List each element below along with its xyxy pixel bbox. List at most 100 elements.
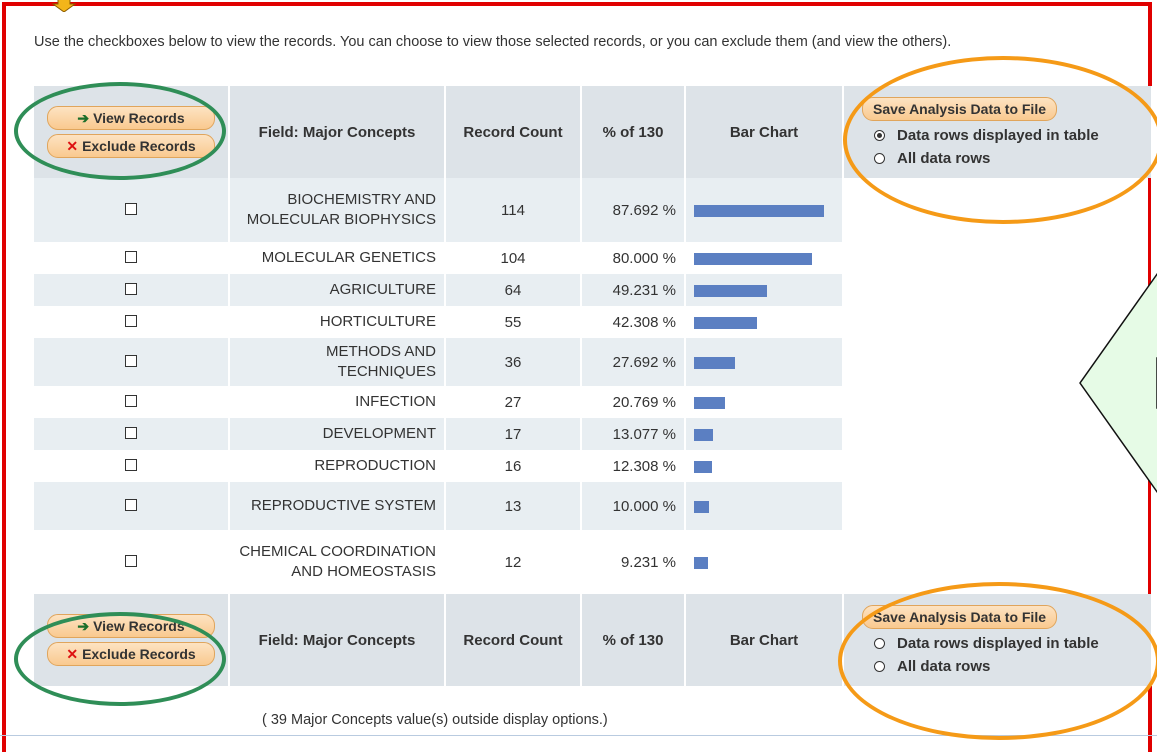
record-count: 114	[445, 178, 582, 242]
radio-displayed-label: Data rows displayed in table	[897, 127, 1099, 144]
field-value: REPRODUCTION	[229, 450, 446, 482]
bar	[694, 396, 725, 409]
field-value: METHODS AND TECHNIQUES	[229, 338, 446, 386]
percent-value: 80.000 %	[581, 242, 686, 274]
radio-unselected-icon[interactable]	[874, 638, 885, 649]
bottom-save-panel: Save Analysis Data to File Data rows dis…	[843, 594, 1153, 686]
record-count: 13	[445, 482, 582, 530]
row-checkbox[interactable]	[125, 394, 137, 407]
table-row: AGRICULTURE 64 49.231 %	[34, 274, 1153, 306]
record-count: 64	[445, 274, 582, 306]
bar	[694, 428, 713, 441]
footer-header-record-count[interactable]: Record Count	[445, 594, 582, 686]
bar	[694, 284, 767, 297]
radio-all-label: All data rows	[897, 150, 991, 167]
row-checkbox[interactable]	[125, 426, 137, 439]
callout-shape	[1079, 272, 1157, 494]
x-icon: ✕	[66, 138, 79, 154]
percent-value: 9.231 %	[581, 530, 686, 594]
percent-value: 13.077 %	[581, 418, 686, 450]
header-percent[interactable]: % of 130	[581, 86, 686, 178]
arrow-right-icon: ➔	[77, 618, 90, 634]
field-value: REPRODUCTIVE SYSTEM	[229, 482, 446, 530]
percent-value: 42.308 %	[581, 306, 686, 338]
percent-value: 49.231 %	[581, 274, 686, 306]
field-value: CHEMICAL COORDINATION AND HOMEOSTASIS	[229, 530, 446, 594]
bar	[694, 356, 735, 369]
record-count: 12	[445, 530, 582, 594]
radio-all-label: All data rows	[897, 658, 991, 675]
record-count: 55	[445, 306, 582, 338]
radio-displayed-rows[interactable]: Data rows displayed in table	[874, 127, 1143, 144]
table-row: MOLECULAR GENETICS 104 80.000 %	[34, 242, 1153, 274]
row-checkbox[interactable]	[125, 458, 137, 471]
row-checkbox[interactable]	[125, 250, 137, 263]
save-analysis-button[interactable]: Save Analysis Data to File	[862, 97, 1057, 121]
instructions-text: Use the checkboxes below to view the rec…	[34, 34, 952, 50]
table-row: REPRODUCTION 16 12.308 %	[34, 450, 1153, 482]
field-value: INFECTION	[229, 386, 446, 418]
outside-display-note: ( 39 Major Concepts value(s) outside dis…	[262, 712, 608, 728]
row-checkbox[interactable]	[125, 202, 137, 215]
row-checkbox[interactable]	[125, 554, 137, 567]
view-records-button[interactable]: ➔ View Records	[47, 106, 215, 130]
record-count: 16	[445, 450, 582, 482]
field-value: HORTICULTURE	[229, 306, 446, 338]
percent-value: 12.308 %	[581, 450, 686, 482]
footer-header-field[interactable]: Field: Major Concepts	[229, 594, 446, 686]
divider	[0, 735, 1157, 736]
exclude-records-button-bottom[interactable]: ✕ Exclude Records	[47, 642, 215, 666]
table-row: DEVELOPMENT 17 13.077 %	[34, 418, 1153, 450]
bottom-action-buttons: ➔ View Records ✕ Exclude Records	[34, 594, 230, 686]
header-record-count[interactable]: Record Count	[445, 86, 582, 178]
row-checkbox[interactable]	[125, 354, 137, 367]
exclude-records-label: Exclude Records	[82, 138, 196, 154]
radio-selected-icon[interactable]	[874, 130, 885, 141]
bar	[694, 460, 712, 473]
footer-header-bar-chart: Bar Chart	[685, 594, 844, 686]
radio-displayed-label: Data rows displayed in table	[897, 635, 1099, 652]
percent-value: 20.769 %	[581, 386, 686, 418]
bar	[694, 252, 812, 265]
view-records-label: View Records	[93, 110, 185, 126]
table-row: REPRODUCTIVE SYSTEM 13 10.000 %	[34, 482, 1153, 530]
radio-unselected-icon[interactable]	[874, 153, 885, 164]
footer-header-percent[interactable]: % of 130	[581, 594, 686, 686]
radio-unselected-icon[interactable]	[874, 661, 885, 672]
table-row: HORTICULTURE 55 42.308 %	[34, 306, 1153, 338]
row-checkbox[interactable]	[125, 498, 137, 511]
exclude-records-button[interactable]: ✕ Exclude Records	[47, 134, 215, 158]
table-row: INFECTION 27 20.769 %	[34, 386, 1153, 418]
record-count: 104	[445, 242, 582, 274]
bar	[694, 204, 824, 217]
table-row: BIOCHEMISTRY AND MOLECULAR BIOPHYSICS 11…	[34, 178, 1153, 242]
header-bar-chart: Bar Chart	[685, 86, 844, 178]
analysis-table: ➔ View Records ✕ Exclude Records Field: Ma…	[34, 86, 1153, 686]
record-count: 17	[445, 418, 582, 450]
table-row: METHODS AND TECHNIQUES 36 27.692 %	[34, 338, 1153, 386]
radio-all-rows-bottom[interactable]: All data rows	[874, 658, 1143, 675]
view-records-button-bottom[interactable]: ➔ View Records	[47, 614, 215, 638]
table-row: CHEMICAL COORDINATION AND HOMEOSTASIS 12…	[34, 530, 1153, 594]
radio-displayed-rows-bottom[interactable]: Data rows displayed in table	[874, 635, 1143, 652]
bar	[694, 500, 709, 513]
row-checkbox[interactable]	[125, 282, 137, 295]
percent-value: 10.000 %	[581, 482, 686, 530]
field-value: AGRICULTURE	[229, 274, 446, 306]
field-value: MOLECULAR GENETICS	[229, 242, 446, 274]
down-arrow-icon	[52, 0, 76, 12]
bar	[694, 556, 708, 569]
row-checkbox[interactable]	[125, 314, 137, 327]
exclude-records-label: Exclude Records	[82, 646, 196, 662]
save-analysis-button-bottom[interactable]: Save Analysis Data to File	[862, 605, 1057, 629]
top-save-panel: Save Analysis Data to File Data rows dis…	[843, 86, 1153, 178]
field-value: DEVELOPMENT	[229, 418, 446, 450]
radio-all-rows[interactable]: All data rows	[874, 150, 1143, 167]
record-count: 36	[445, 338, 582, 386]
record-count: 27	[445, 386, 582, 418]
bar	[694, 316, 757, 329]
arrow-right-icon: ➔	[77, 110, 90, 126]
top-action-buttons: ➔ View Records ✕ Exclude Records	[34, 86, 230, 178]
percent-value: 27.692 %	[581, 338, 686, 386]
header-field[interactable]: Field: Major Concepts	[229, 86, 446, 178]
